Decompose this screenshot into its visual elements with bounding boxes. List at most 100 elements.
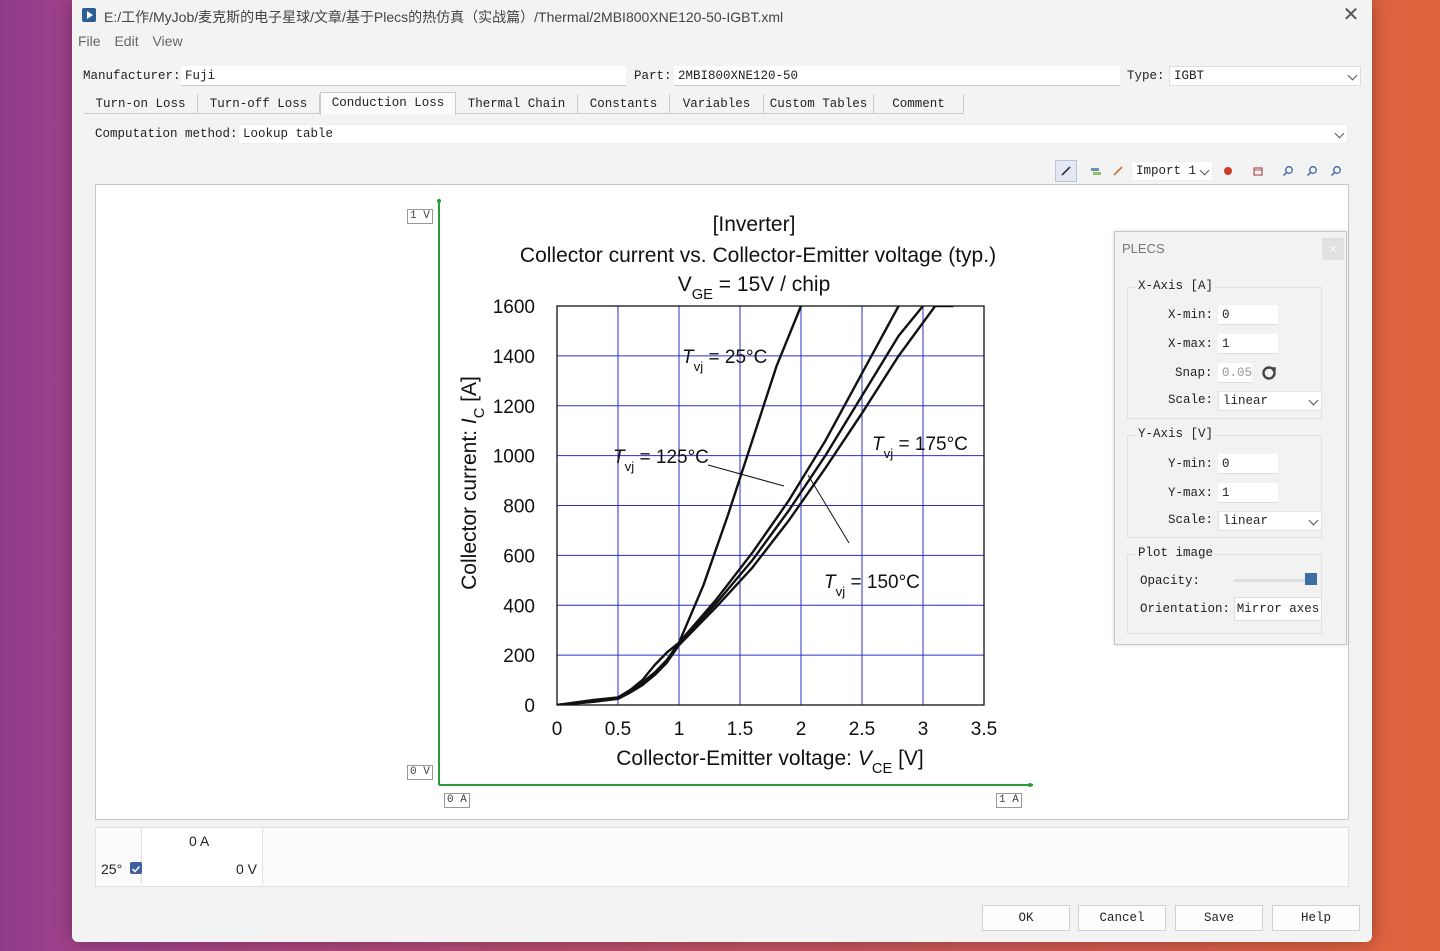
y-min-label: Y-min: (1168, 457, 1214, 471)
ok-button[interactable]: OK (982, 905, 1070, 931)
frame-x-handle[interactable] (1028, 783, 1032, 787)
tab-variables[interactable]: Variables (670, 94, 764, 114)
y-tick-label: 1200 (493, 397, 535, 418)
x-axis-label: Collector-Emitter voltage: VCE [V] (616, 747, 924, 777)
x-tick-label: 2 (796, 719, 807, 740)
type-select-value: IGBT (1174, 69, 1205, 83)
clear-button[interactable] (1247, 160, 1269, 182)
zoom-out-icon (1306, 166, 1317, 177)
swap-tool-button[interactable] (1085, 160, 1107, 182)
series-annotation-0: Tvj = 25°C (682, 347, 767, 374)
zoom-fit-icon (1330, 166, 1341, 177)
y-scale-label: Scale: (1168, 513, 1214, 527)
y-tick-label: 800 (503, 497, 535, 518)
x-scale-value: linear (1223, 394, 1269, 408)
y-tick-label: 400 (503, 596, 535, 617)
annotation-leader-150 (807, 474, 850, 544)
snap-label: Snap: (1175, 366, 1213, 380)
y-tick-label: 1400 (493, 347, 535, 368)
x-min-label: X-min: (1168, 308, 1214, 322)
plecs-app-icon (82, 8, 96, 22)
frame-x-right-tag: 1 A (996, 793, 1022, 808)
y-axis-title: Y-Axis [V] (1136, 427, 1216, 441)
y-max-field[interactable]: 1 (1218, 483, 1278, 503)
x-tick-label: 3 (918, 719, 929, 740)
thermal-editor-window: E:/工作/MyJob/麦克斯的电子星球/文章/基于Plecs的热仿真（实战篇）… (72, 0, 1372, 942)
x-tick-label: 0.5 (605, 719, 631, 740)
x-scale-select[interactable]: linear (1218, 391, 1322, 411)
plot-image-title: Plot image (1136, 546, 1216, 560)
annotation-leader-125 (707, 464, 785, 487)
y-tick-label: 600 (503, 546, 535, 567)
tab-constants[interactable]: Constants (578, 94, 670, 114)
opacity-slider-track[interactable] (1234, 579, 1314, 582)
save-button[interactable]: Save (1175, 905, 1263, 931)
draw-line-button[interactable] (1107, 160, 1129, 182)
close-window-button[interactable]: ✕ (1340, 4, 1362, 26)
series-annotation-2: Tvj = 175°C (872, 434, 968, 461)
opacity-slider-thumb[interactable] (1305, 573, 1317, 585)
window-title: E:/工作/MyJob/麦克斯的电子星球/文章/基于Plecs的热仿真（实战篇）… (104, 9, 784, 25)
y-scale-select[interactable]: linear (1218, 511, 1322, 531)
menu-edit[interactable]: Edit (114, 33, 138, 49)
zoom-out-button[interactable] (1301, 160, 1323, 182)
pencil-icon (1113, 166, 1123, 176)
import-select-value: Import 1 (1136, 164, 1197, 178)
enable-checkbox[interactable] (130, 862, 142, 874)
refresh-icon[interactable] (1261, 365, 1277, 381)
x-min-field[interactable]: 0 (1218, 305, 1278, 325)
tab-comment[interactable]: Comment (874, 94, 964, 114)
x-tick-label: 0 (552, 719, 563, 740)
y-tick-label: 1600 (493, 297, 535, 318)
menu-bar: File Edit View (78, 33, 193, 53)
chart-condition: VGE = 15V / chip (678, 273, 831, 303)
zoom-in-button[interactable] (1277, 160, 1299, 182)
y-tick-label: 1000 (493, 447, 535, 468)
plot-image-group: Plot image Opacity: Orientation: Mirror … (1127, 546, 1322, 634)
frame-y-handle[interactable] (437, 199, 441, 203)
x-axis-group: X-Axis [A] X-min: 0 X-max: 1 Snap: 0.05 … (1127, 279, 1322, 419)
chart-title: [Inverter] (713, 213, 796, 236)
menu-file[interactable]: File (78, 33, 101, 49)
part-field[interactable]: 2MBI800XNE120-50 (674, 66, 1120, 86)
eraser-icon (1253, 167, 1263, 176)
temperature-value: 25° (101, 861, 123, 877)
x-max-field[interactable]: 1 (1218, 334, 1278, 354)
tab-turn-on-loss[interactable]: Turn-on Loss (84, 94, 198, 114)
orientation-label: Orientation: (1140, 602, 1231, 616)
y-tick-label: 0 (524, 696, 535, 717)
title-bar: E:/工作/MyJob/麦克斯的电子星球/文章/基于Plecs的热仿真（实战篇）… (72, 0, 1372, 32)
frame-y-top-tag: 1 V (407, 209, 433, 224)
cancel-button[interactable]: Cancel (1078, 905, 1166, 931)
record-icon (1224, 167, 1232, 175)
chevron-down-icon (1308, 515, 1319, 526)
voltage-value: 0 V (236, 861, 258, 877)
current-value: 0 A (189, 833, 210, 849)
panel-close-button[interactable]: × (1322, 238, 1344, 260)
pen-tool-button[interactable] (1055, 160, 1077, 182)
pen-icon (1061, 166, 1071, 176)
y-min-field[interactable]: 0 (1218, 454, 1278, 474)
import-select[interactable]: Import 1 (1131, 161, 1213, 181)
zoom-fit-button[interactable] (1325, 160, 1347, 182)
tab-custom-tables[interactable]: Custom Tables (764, 94, 874, 114)
y-max-label: Y-max: (1168, 486, 1214, 500)
tab-conduction-loss[interactable]: Conduction Loss (320, 92, 456, 115)
snap-field[interactable]: 0.05 (1218, 363, 1252, 383)
chevron-down-icon (1308, 395, 1319, 406)
chart-subtitle: Collector current vs. Collector-Emitter … (520, 244, 996, 267)
manufacturer-field[interactable]: Fuji (181, 66, 626, 86)
y-axis-group: Y-Axis [V] Y-min: 0 Y-max: 1 Scale: line… (1127, 427, 1322, 538)
mirror-axes-button[interactable]: Mirror axes (1234, 597, 1322, 621)
tab-turn-off-loss[interactable]: Turn-off Loss (198, 94, 320, 114)
x-tick-label: 3.5 (971, 719, 997, 740)
help-button[interactable]: Help (1272, 905, 1360, 931)
series-annotation-1: Tvj = 125°C (613, 447, 709, 474)
type-select[interactable]: IGBT (1169, 66, 1361, 86)
computation-method-select[interactable]: Lookup table (238, 124, 1348, 144)
menu-view[interactable]: View (152, 33, 182, 49)
record-button[interactable] (1217, 160, 1239, 182)
x-max-label: X-max: (1168, 337, 1214, 351)
x-tick-label: 1.5 (727, 719, 753, 740)
tab-thermal-chain[interactable]: Thermal Chain (456, 94, 578, 114)
